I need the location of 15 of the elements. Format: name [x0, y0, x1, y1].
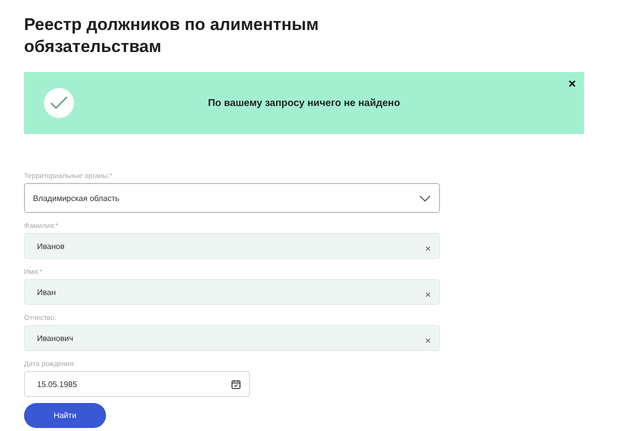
chevron-down-icon [419, 194, 431, 202]
input-field[interactable]: Иванов × [24, 233, 440, 259]
date-field[interactable]: 15.05.1985 [24, 371, 250, 397]
input-field[interactable]: Иванович × [24, 325, 440, 351]
calendar-icon[interactable] [231, 379, 241, 389]
close-button[interactable]: × [568, 76, 576, 91]
check-icon [44, 88, 74, 118]
search-button[interactable]: Найти [24, 403, 106, 428]
page-title: Реестр должников по алиментным обязательствам [24, 14, 320, 58]
notice-message: По вашему запросу ничего не найдено [206, 98, 402, 108]
clear-icon[interactable]: × [425, 336, 431, 347]
clear-icon[interactable]: × [425, 290, 431, 301]
region-dropdown[interactable]: Владимирская область [24, 183, 440, 213]
clear-icon[interactable]: × [425, 244, 431, 255]
input-field[interactable]: Иван × [24, 279, 440, 305]
